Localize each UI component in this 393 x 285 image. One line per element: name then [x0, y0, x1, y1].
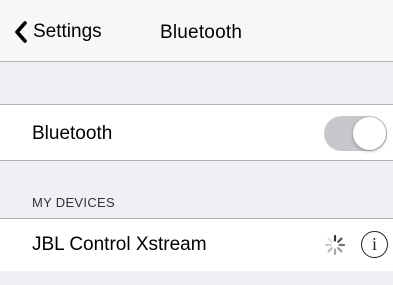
info-icon: i — [371, 234, 377, 254]
my-devices-section-header: MY DEVICES — [0, 162, 393, 218]
bluetooth-label: Bluetooth — [32, 123, 113, 144]
chevron-left-icon — [15, 21, 27, 43]
section-spacer — [0, 63, 393, 104]
bottom-spacer — [0, 271, 393, 285]
back-button[interactable]: Settings — [14, 17, 102, 47]
toggle-knob — [353, 117, 386, 150]
page-title: Bluetooth — [160, 22, 243, 43]
section-header-label: MY DEVICES — [32, 195, 115, 210]
back-button-label: Settings — [33, 21, 102, 42]
bluetooth-settings-screen: Settings Bluetooth Bluetooth MY DEVICES … — [0, 0, 393, 285]
info-button[interactable]: i — [361, 231, 388, 258]
bluetooth-toggle-switch[interactable] — [324, 116, 387, 151]
device-name: JBL Control Xstream — [32, 234, 207, 255]
loading-spinner-icon — [324, 234, 346, 256]
navigation-bar: Settings Bluetooth — [0, 0, 393, 62]
bluetooth-toggle-row: Bluetooth — [0, 104, 393, 161]
device-row[interactable]: JBL Control Xstream i — [0, 218, 393, 271]
